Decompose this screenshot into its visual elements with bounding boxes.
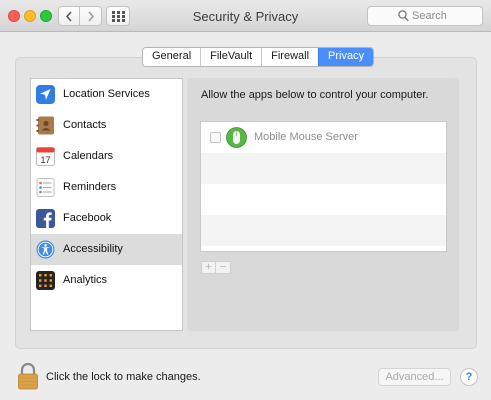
allowed-apps-list[interactable]: Mobile Mouse Server (200, 121, 447, 252)
sidebar-item-label: Calendars (63, 150, 114, 162)
empty-list-row (201, 215, 446, 246)
search-field[interactable] (367, 6, 483, 26)
add-remove-buttons: + − (201, 261, 231, 274)
facebook-icon (36, 209, 55, 228)
help-button[interactable]: ? (460, 368, 478, 386)
svg-text:17: 17 (40, 155, 50, 165)
tab-general[interactable]: General (143, 48, 201, 66)
lock-message: Click the lock to make changes. (46, 371, 201, 383)
sidebar-item-calendars[interactable]: 17 Calendars (31, 141, 182, 172)
reminders-list-icon (36, 178, 55, 197)
sidebar-item-facebook[interactable]: Facebook (31, 203, 182, 234)
title-bar: Security & Privacy (0, 0, 491, 32)
tab-bar: General FileVault Firewall Privacy (142, 47, 375, 67)
sidebar-item-reminders[interactable]: Reminders (31, 172, 182, 203)
sidebar-item-accessibility[interactable]: Accessibility (31, 234, 182, 265)
search-icon (398, 10, 409, 22)
sidebar-item-label: Location Services (63, 88, 150, 100)
app-name: Mobile Mouse Server (254, 131, 358, 143)
sidebar-item-location-services[interactable]: Location Services (31, 79, 182, 110)
sidebar-item-label: Contacts (63, 119, 107, 131)
tab-firewall[interactable]: Firewall (261, 48, 319, 66)
list-item[interactable]: Mobile Mouse Server (201, 122, 446, 153)
location-arrow-icon (36, 85, 55, 104)
sidebar-item-label: Accessibility (63, 243, 123, 255)
advanced-button[interactable]: Advanced... (378, 368, 451, 386)
lock-icon[interactable] (17, 362, 39, 390)
instruction-text: Allow the apps below to control your com… (201, 89, 429, 101)
tab-filevault[interactable]: FileVault (200, 48, 262, 66)
search-input[interactable] (412, 9, 478, 23)
accessibility-icon (36, 240, 55, 259)
sidebar-item-label: Reminders (63, 181, 117, 193)
sidebar-item-analytics[interactable]: Analytics (31, 265, 182, 296)
privacy-category-list: Location Services Contacts 17 Calendars (30, 78, 183, 331)
tab-privacy[interactable]: Privacy (318, 48, 374, 66)
contacts-book-icon (36, 116, 54, 135)
remove-app-button[interactable]: − (216, 261, 231, 274)
mobile-mouse-icon (226, 127, 247, 148)
empty-list-row (201, 153, 446, 184)
analytics-icon (36, 271, 55, 290)
sidebar-item-label: Facebook (63, 212, 112, 224)
add-app-button[interactable]: + (201, 261, 216, 274)
sidebar-item-label: Analytics (63, 274, 108, 286)
calendar-icon: 17 (36, 147, 55, 166)
empty-list-row (201, 184, 446, 215)
app-checkbox[interactable] (210, 132, 221, 143)
sidebar-item-contacts[interactable]: Contacts (31, 110, 182, 141)
window: Security & Privacy General FileVault Fir… (0, 0, 491, 400)
